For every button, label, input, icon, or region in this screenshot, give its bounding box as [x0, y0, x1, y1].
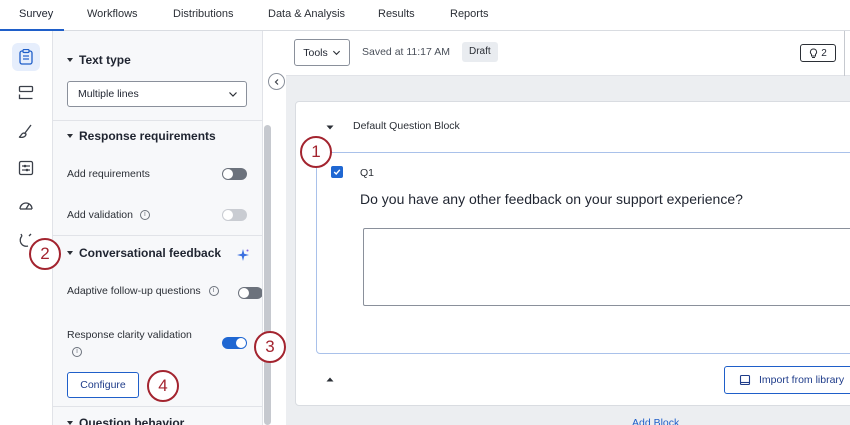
block-title[interactable]: Default Question Block: [353, 120, 460, 132]
add-validation-toggle[interactable]: [222, 209, 247, 221]
info-icon[interactable]: i: [208, 286, 219, 297]
section-heading: Response requirements: [79, 129, 216, 143]
question-text[interactable]: Do you have any other feedback on your s…: [360, 191, 743, 207]
section-response-requirements[interactable]: Response requirements: [67, 129, 216, 143]
blocks-icon[interactable]: [12, 79, 40, 107]
tools-button[interactable]: Tools: [294, 39, 350, 66]
caret-down-icon: [67, 251, 73, 255]
section-heading: Conversational feedback: [79, 246, 222, 260]
section-question-behavior[interactable]: Question behavior: [67, 416, 184, 425]
callout-1: 1: [300, 136, 332, 168]
import-from-library-button[interactable]: Import from library: [724, 366, 850, 394]
issues-button[interactable]: 2: [800, 44, 836, 62]
question-card[interactable]: Q1 Do you have any other feedback on you…: [316, 152, 850, 354]
add-block-link[interactable]: Add Block: [632, 417, 679, 425]
question-checkbox[interactable]: [331, 166, 343, 178]
right-panel-edge: [844, 31, 850, 76]
brush-icon[interactable]: [12, 117, 40, 145]
library-icon: [739, 374, 751, 386]
divider: [53, 235, 262, 236]
tab-results[interactable]: Results: [378, 8, 415, 20]
text-type-select[interactable]: Multiple lines: [67, 81, 247, 107]
caret-down-icon: [67, 421, 73, 425]
options-icon[interactable]: [12, 154, 40, 182]
callout-4: 4: [147, 370, 179, 402]
section-text-type[interactable]: Text type: [67, 53, 131, 67]
tab-data-analysis[interactable]: Data & Analysis: [268, 8, 345, 20]
tab-survey[interactable]: Survey: [19, 8, 53, 20]
lightbulb-icon: [810, 47, 818, 58]
panel-scrollbar[interactable]: [264, 125, 271, 425]
top-nav: Survey Workflows Distributions Data & An…: [0, 0, 850, 31]
gauge-icon[interactable]: [12, 191, 40, 219]
caret-down-icon: [67, 58, 73, 62]
question-settings-panel: Text type Multiple lines Response requir…: [53, 31, 263, 425]
divider: [53, 406, 262, 407]
collapse-panel-button[interactable]: [268, 73, 285, 90]
caret-down-icon[interactable]: [326, 125, 334, 130]
add-validation-label: Add validation i: [67, 209, 150, 221]
chevron-down-icon: [229, 92, 237, 97]
survey-flow-icon[interactable]: [12, 43, 40, 71]
configure-button[interactable]: Configure: [67, 372, 139, 398]
saved-status: Saved at 11:17 AM: [362, 46, 450, 58]
tab-workflows[interactable]: Workflows: [87, 8, 138, 20]
tab-distributions[interactable]: Distributions: [173, 8, 234, 20]
response-clarity-toggle[interactable]: [222, 337, 247, 349]
section-heading: Question behavior: [79, 416, 185, 425]
answer-textarea[interactable]: [363, 228, 850, 306]
adaptive-followup-text: Adaptive follow-up questions: [67, 285, 201, 297]
response-clarity-label: Response clarity validation: [67, 329, 192, 341]
ai-sparkle-icon: [237, 249, 249, 261]
adaptive-followup-label: Adaptive follow-up questions i: [67, 285, 219, 297]
question-block: Default Question Block Q1 Do you have an…: [295, 101, 850, 406]
import-label: Import from library: [759, 374, 845, 386]
select-value: Multiple lines: [78, 88, 139, 100]
callout-2: 2: [29, 238, 61, 270]
tools-label: Tools: [303, 46, 328, 59]
survey-editor: Tools Saved at 11:17 AM Draft 2 Default …: [286, 31, 850, 425]
draft-badge: Draft: [462, 42, 498, 62]
editor-toolbar: Tools Saved at 11:17 AM Draft 2: [286, 31, 850, 76]
chevron-down-icon: [332, 50, 340, 56]
caret-up-icon[interactable]: [326, 377, 334, 382]
callout-3: 3: [254, 331, 286, 363]
adaptive-followup-toggle[interactable]: [238, 287, 262, 299]
tab-reports[interactable]: Reports: [450, 8, 489, 20]
add-requirements-toggle[interactable]: [222, 168, 247, 180]
section-conversational-feedback[interactable]: Conversational feedback: [67, 246, 221, 260]
app-root: Survey Workflows Distributions Data & An…: [0, 0, 850, 425]
info-icon[interactable]: i: [72, 347, 82, 357]
info-icon[interactable]: i: [139, 210, 150, 221]
caret-down-icon: [67, 134, 73, 138]
add-requirements-label: Add requirements: [67, 168, 150, 180]
check-icon: [333, 169, 341, 176]
chevron-left-icon: [274, 78, 278, 85]
divider: [53, 120, 262, 121]
add-validation-text: Add validation: [67, 209, 133, 221]
left-rail: [0, 31, 53, 425]
question-id: Q1: [360, 167, 375, 179]
issues-count: 2: [821, 47, 827, 59]
section-heading: Text type: [79, 53, 131, 67]
